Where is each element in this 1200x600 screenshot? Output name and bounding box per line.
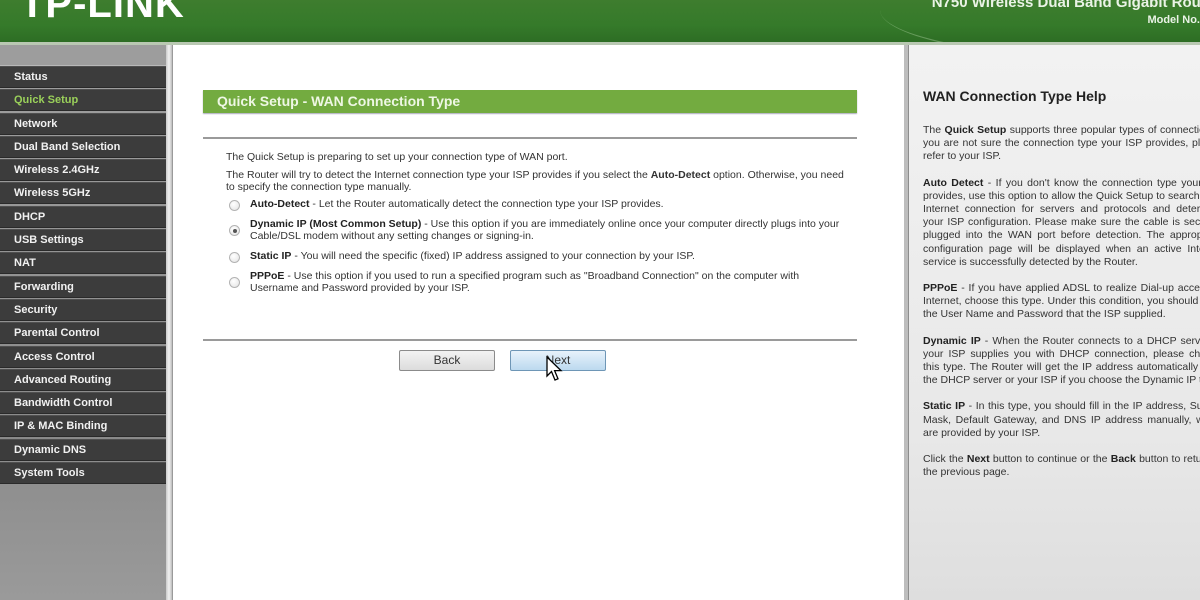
help-text-post: - If you have applied ADSL to realize Di… <box>923 282 1200 321</box>
sidebar-item-parental-control[interactable]: Parental Control <box>0 322 166 345</box>
help-paragraph: Dynamic IP - When the Router connects to… <box>923 335 1200 388</box>
help-paragraph: PPPoE - If you have applied ADSL to real… <box>923 282 1200 322</box>
detect-text: The Router will try to detect the Intern… <box>226 169 846 193</box>
help-text-pre: Click the <box>923 453 967 466</box>
option-name: PPPoE <box>250 270 285 282</box>
help-paragraph: Static IP - In this type, you should fil… <box>923 400 1200 440</box>
help-text-pre: The <box>923 124 945 136</box>
option-pppoe[interactable]: PPPoE - Use this option if you used to r… <box>226 270 846 294</box>
help-text-bold: Auto Detect <box>923 176 984 189</box>
wan-type-form: The Quick Setup is preparing to set up y… <box>226 151 846 302</box>
help-text-bold: Dynamic IP <box>923 334 981 347</box>
sidebar-item-network[interactable]: Network <box>0 112 166 135</box>
option-dynamic-ip-most-common-setup[interactable]: Dynamic IP (Most Common Setup) - Use thi… <box>226 218 846 242</box>
page-title: Quick Setup - WAN Connection Type <box>203 90 857 113</box>
header-banner: TP-LINK N750 Wireless Dual Band Gigabit … <box>0 0 1200 42</box>
divider-top <box>203 137 857 139</box>
nav-list: Status Quick Setup Network Dual Band Select… <box>0 66 166 485</box>
help-text-post: - In this type, you should fill in the I… <box>923 400 1200 439</box>
mouse-cursor-icon <box>546 356 563 381</box>
option-name: Static IP <box>250 250 292 262</box>
option-name: Dynamic IP (Most Common Setup) <box>250 218 422 230</box>
help-text-post: - If you don't know the connection type … <box>923 176 1200 268</box>
radio-button[interactable] <box>229 252 240 263</box>
sidebar-top-spacer <box>0 45 166 66</box>
sidebar-item-dynamic-dns[interactable]: Dynamic DNS <box>0 438 166 461</box>
help-body: The Quick Setup supports three popular t… <box>923 124 1200 492</box>
intro-text: The Quick Setup is preparing to set up y… <box>226 151 568 163</box>
sidebar-item-nat[interactable]: NAT <box>0 252 166 275</box>
radio-button[interactable] <box>229 277 240 288</box>
sidebar-item-wireless-5ghz[interactable]: Wireless 5GHz <box>0 182 166 205</box>
option-name: Auto-Detect <box>250 198 310 210</box>
detect-text-bold: Auto-Detect <box>650 169 711 181</box>
sidebar-item-dual-band-selection[interactable]: Dual Band Selection <box>0 135 166 158</box>
option-description: - Let the Router automatically detect th… <box>309 198 664 210</box>
help-text-bold: Quick Setup <box>944 124 1007 136</box>
option-static-ip[interactable]: Static IP - You will need the specific (… <box>226 250 846 263</box>
model-number: Model No. <box>1147 14 1200 26</box>
help-paragraph: The Quick Setup supports three popular t… <box>923 124 1200 164</box>
sidebar-item-dhcp[interactable]: DHCP <box>0 205 166 228</box>
main-content: Quick Setup - WAN Connection Type The Qu… <box>172 45 904 600</box>
help-text-bold: PPPoE <box>923 282 958 295</box>
help-text-post: button to continue or the <box>989 453 1111 466</box>
sidebar-item-quick-setup[interactable]: Quick Setup <box>0 89 166 112</box>
help-paragraph: Click the Next button to continue or the… <box>923 453 1200 479</box>
product-name: N750 Wireless Dual Band Gigabit Router <box>931 0 1200 11</box>
help-paragraph: Auto Detect - If you don't know the conn… <box>923 177 1200 269</box>
option-description: - Use this option if you used to run a s… <box>250 270 800 294</box>
sidebar-item-ip-mac-binding[interactable]: IP & MAC Binding <box>0 415 166 438</box>
help-title: WAN Connection Type Help <box>923 88 1107 104</box>
tp-link-logo: TP-LINK <box>20 0 185 26</box>
help-panel: WAN Connection Type Help The Quick Setup… <box>908 45 1200 600</box>
radio-button[interactable] <box>229 225 240 236</box>
help-text-bold: Next <box>966 453 990 466</box>
sidebar-item-usb-settings[interactable]: USB Settings <box>0 229 166 252</box>
detect-text-pre: The Router will try to detect the Intern… <box>226 169 651 181</box>
sidebar-item-advanced-routing[interactable]: Advanced Routing <box>0 368 166 391</box>
sidebar-item-wireless-2-4ghz[interactable]: Wireless 2.4GHz <box>0 159 166 182</box>
sidebar-item-bandwidth-control[interactable]: Bandwidth Control <box>0 392 166 415</box>
option-auto-detect[interactable]: Auto-Detect - Let the Router automatical… <box>226 198 846 211</box>
sidebar-item-system-tools[interactable]: System Tools <box>0 462 166 485</box>
option-description: - You will need the specific (fixed) IP … <box>291 250 695 262</box>
help-text-bold: Static IP <box>923 400 966 413</box>
sidebar-item-forwarding[interactable]: Forwarding <box>0 275 166 298</box>
connection-type-options: Auto-Detect - Let the Router automatical… <box>226 198 846 294</box>
help-text-bold2: Back <box>1110 453 1136 466</box>
radio-button[interactable] <box>229 200 240 211</box>
sidebar-item-status[interactable]: Status <box>0 66 166 88</box>
divider-bottom <box>203 339 857 341</box>
back-button[interactable]: Back <box>399 350 495 371</box>
sidebar-nav: Status Quick Setup Network Dual Band Select… <box>0 45 166 600</box>
sidebar-item-access-control[interactable]: Access Control <box>0 345 166 368</box>
sidebar-item-security[interactable]: Security <box>0 298 166 321</box>
